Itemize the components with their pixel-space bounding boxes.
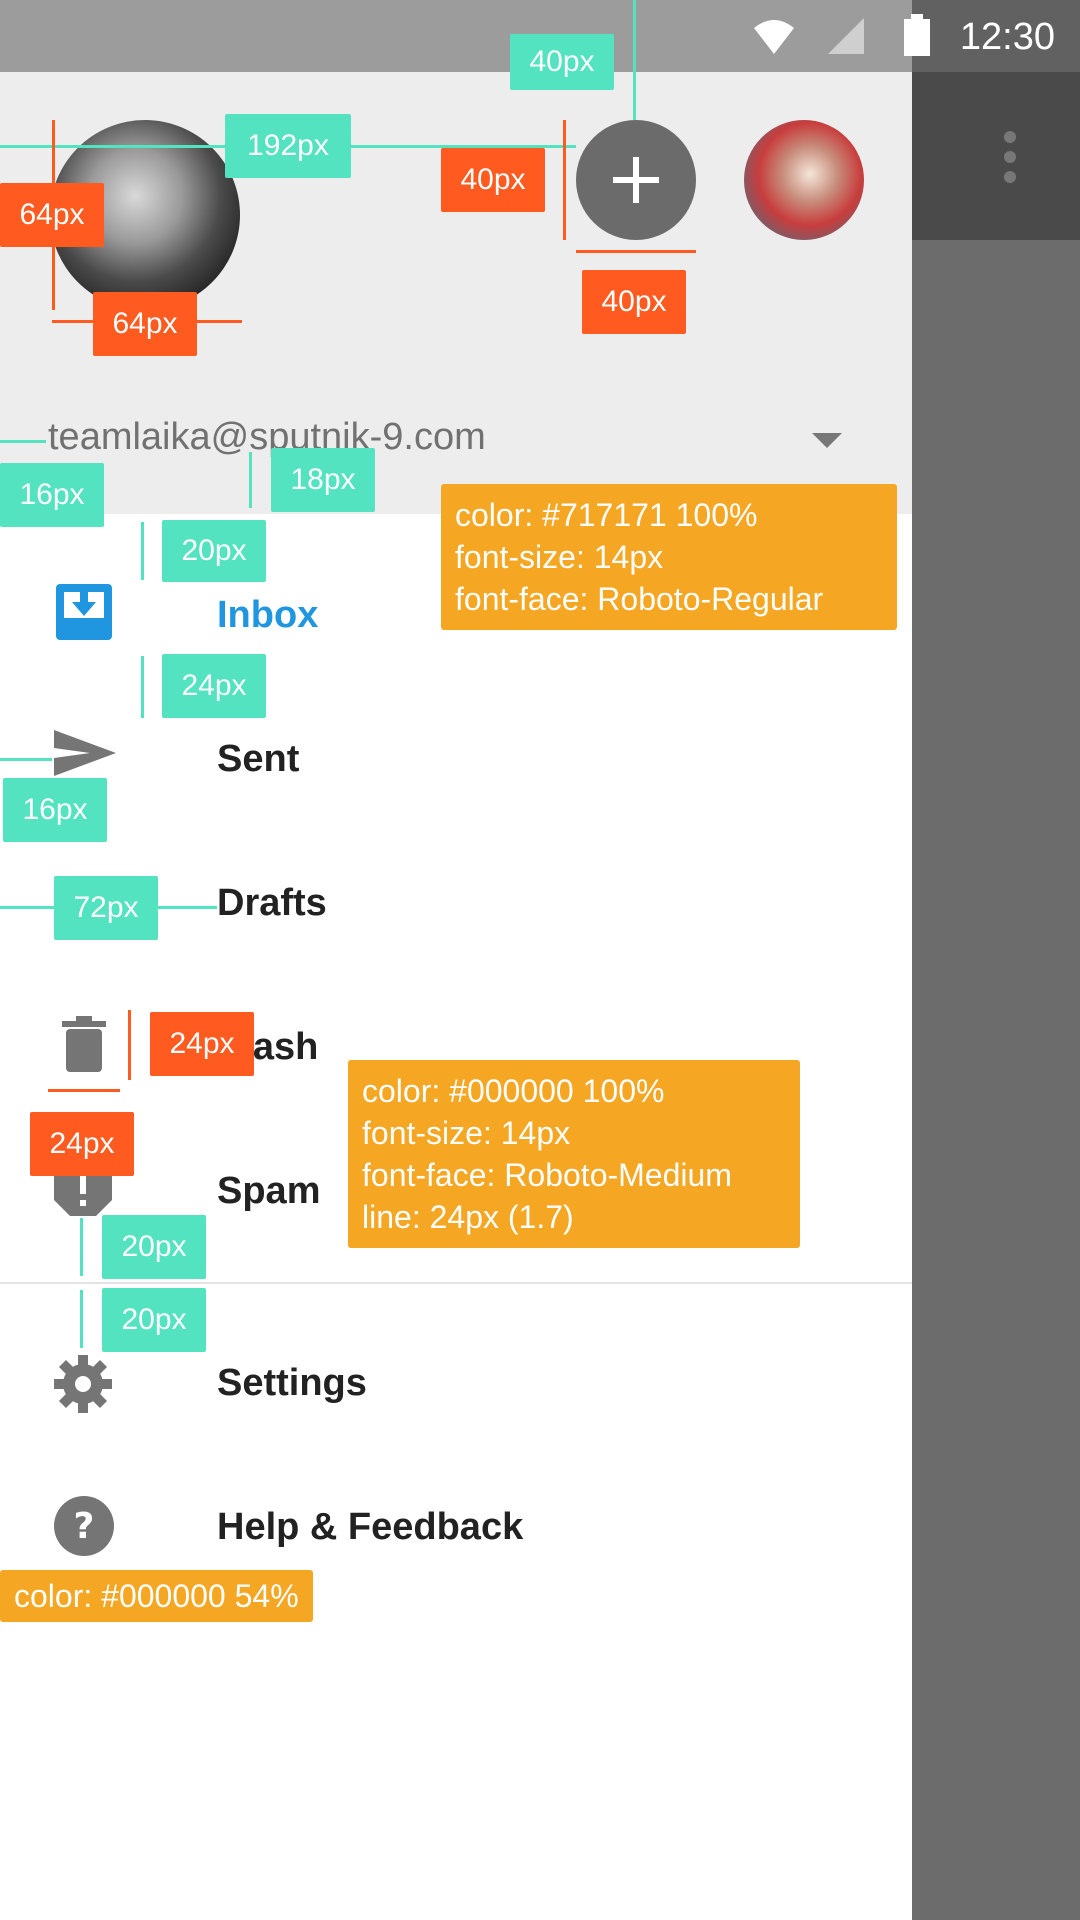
guide-line (80, 1218, 83, 1276)
wifi-icon (754, 20, 794, 54)
app-bar (912, 72, 1080, 240)
spec-tag: 20px (102, 1288, 206, 1352)
trash-icon (62, 1016, 106, 1072)
spec-tag: 64px (93, 292, 197, 356)
guide-line (48, 1089, 120, 1092)
spec-note-nav: color: #000000 100% font-size: 14px font… (348, 1060, 800, 1248)
nav-item-sent[interactable]: Sent (217, 738, 299, 781)
spec-tag: 16px (0, 463, 104, 527)
content-scrim[interactable] (912, 240, 1080, 1920)
nav-item-help-feedback[interactable]: Help & Feedback (217, 1506, 523, 1549)
spec-tag: 24px (150, 1012, 254, 1076)
guide-line (563, 120, 566, 240)
spec-tag: 40px (510, 34, 614, 90)
spec-tag: 16px (3, 778, 107, 842)
guide-line (249, 452, 252, 508)
guide-line (576, 250, 696, 253)
status-time: 12:30 (959, 16, 1055, 58)
overflow-menu-icon[interactable] (1004, 131, 1018, 183)
settings-icon (54, 1355, 112, 1413)
nav-item-spam[interactable]: Spam (217, 1170, 320, 1213)
account-dropdown-icon[interactable] (812, 433, 842, 448)
spec-note-email: color: #717171 100% font-size: 14px font… (441, 484, 897, 630)
help-icon: ? (54, 1496, 114, 1556)
send-icon (54, 730, 116, 776)
guide-line (0, 440, 46, 443)
spec-tag: 40px (441, 148, 545, 212)
nav-divider (0, 1282, 912, 1284)
signal-icon (828, 18, 864, 54)
spec-note-icon: color: #000000 54% (0, 1570, 313, 1622)
guide-line (141, 522, 144, 580)
battery-icon (904, 14, 930, 56)
nav-item-inbox[interactable]: Inbox (217, 594, 318, 637)
guide-line (128, 1010, 131, 1080)
guide-line (141, 656, 144, 718)
spec-tag: 24px (162, 654, 266, 718)
nav-item-drafts[interactable]: Drafts (217, 882, 327, 925)
spec-tag: 64px (0, 183, 104, 247)
inbox-icon (56, 584, 112, 640)
svg-text:?: ? (74, 1506, 95, 1547)
guide-line (633, 0, 636, 120)
account-email[interactable]: teamlaika@sputnik-9.com (48, 416, 486, 459)
nav-item-settings[interactable]: Settings (217, 1362, 367, 1405)
add-account-button[interactable] (576, 120, 696, 240)
spec-tag: 192px (225, 114, 351, 178)
spec-tag: 24px (30, 1112, 134, 1176)
spec-tag: 40px (582, 270, 686, 334)
spec-tag: 18px (271, 448, 375, 512)
guide-line (0, 758, 52, 761)
plus-icon (613, 157, 659, 203)
spec-tag: 72px (54, 876, 158, 940)
secondary-account-avatar[interactable] (744, 120, 864, 240)
guide-line (80, 1290, 83, 1348)
spec-tag: 20px (102, 1215, 206, 1279)
spec-tag: 20px (162, 520, 266, 582)
